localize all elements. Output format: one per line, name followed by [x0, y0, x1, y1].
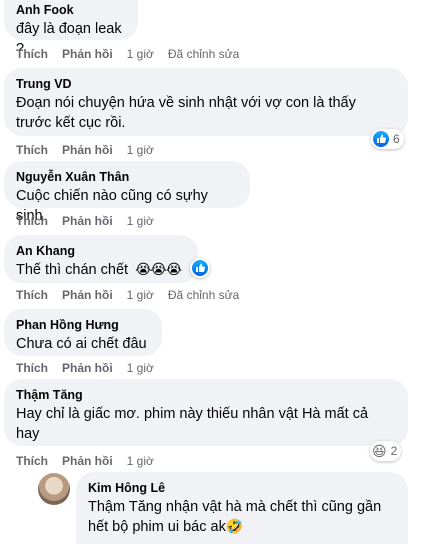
timestamp[interactable]: 1 giờ	[127, 287, 154, 303]
like-button[interactable]: Thích	[16, 46, 48, 62]
like-button[interactable]: Thích	[16, 213, 48, 229]
reply-bubble: Kim Hông Lê Thậm Tăng nhận vật hà mà chế…	[76, 472, 408, 544]
reply-button[interactable]: Phản hồi	[62, 287, 113, 303]
comment-text: Thế thì chán chết 😭😭😭	[16, 260, 186, 280]
comment-text: Hay chỉ là giấc mơ. phim này thiếu nhân …	[16, 406, 369, 442]
edited-label[interactable]: Đã chỉnh sửa	[168, 287, 239, 303]
laughing-emoji-icon: 🤣	[225, 518, 244, 534]
timestamp[interactable]: 1 giờ	[127, 453, 154, 469]
commenter-name[interactable]: An Khang	[16, 243, 186, 259]
haha-icon: 😆	[372, 443, 387, 459]
comment-bubble: Anh Fook đây là đoạn leak ?	[4, 0, 138, 57]
comment-text: Chưa có ai chết đâu	[16, 336, 147, 352]
like-button[interactable]: Thích	[16, 360, 48, 376]
comment-bubble: Trung VD Đoạn nói chuyện hứa về sinh nhậ…	[4, 68, 408, 136]
comment-text: Thậm Tăng nhận vật hà mà chết thì cũng g…	[88, 497, 388, 537]
reply-button[interactable]: Phản hồi	[62, 142, 113, 158]
edited-label[interactable]: Đã chỉnh sửa	[168, 46, 239, 62]
timestamp[interactable]: 1 giờ	[127, 213, 154, 229]
like-button[interactable]: Thích	[16, 142, 48, 158]
reaction-count: 6	[393, 132, 400, 146]
comment-actions: Thích Phản hồi 1 giờ	[16, 453, 168, 469]
comment-bubble: An Khang Thế thì chán chết 😭😭😭	[4, 235, 198, 283]
commenter-name[interactable]: Phan Hồng Hưng	[16, 317, 150, 333]
reply-button[interactable]: Phản hồi	[62, 453, 113, 469]
reaction-count: 2	[390, 444, 398, 458]
commenter-name[interactable]: Trung VD	[16, 76, 396, 92]
reaction-summary[interactable]	[190, 258, 210, 278]
commenter-name[interactable]: Kim Hông Lê	[88, 480, 396, 496]
commenter-name[interactable]: Thậm Tăng	[16, 387, 396, 403]
comment-text: Đoạn nói chuyện hứa về sinh nhật với vợ …	[16, 95, 356, 131]
comment-actions: Thích Phản hồi 1 giờ Đã chỉnh sửa	[16, 46, 253, 62]
timestamp[interactable]: 1 giờ	[127, 360, 154, 376]
timestamp[interactable]: 1 giờ	[127, 142, 154, 158]
reply-button[interactable]: Phản hồi	[62, 213, 113, 229]
comment-bubble: Phan Hồng Hưng Chưa có ai chết đâu	[4, 309, 162, 356]
reaction-summary[interactable]: 6	[371, 129, 404, 149]
comment-actions: Thích Phản hồi 1 giờ Đã chỉnh sửa	[16, 287, 253, 303]
reply-button[interactable]: Phản hồi	[62, 46, 113, 62]
like-button[interactable]: Thích	[16, 287, 48, 303]
timestamp[interactable]: 1 giờ	[127, 46, 154, 62]
reaction-summary[interactable]: 😆 2	[370, 441, 402, 461]
comment-actions: Thích Phản hồi 1 giờ	[16, 142, 168, 158]
reply-button[interactable]: Phản hồi	[62, 360, 113, 376]
like-icon	[192, 260, 208, 276]
comment-actions: Thích Phản hồi 1 giờ	[16, 360, 168, 376]
commenter-name[interactable]: Anh Fook	[16, 2, 126, 18]
like-button[interactable]: Thích	[16, 453, 48, 469]
comment-text-body: Thế thì chán chết	[16, 262, 129, 278]
comment-bubble: Nguyễn Xuân Thân Cuộc chiến nào cũng có …	[4, 161, 250, 224]
crying-emoji-icon: 😭😭😭	[135, 261, 182, 277]
comment-bubble: Thậm Tăng Hay chỉ là giấc mơ. phim này t…	[4, 379, 408, 446]
avatar[interactable]	[38, 473, 70, 505]
like-icon	[373, 131, 389, 147]
comment-actions: Thích Phản hồi 1 giờ	[16, 213, 168, 229]
commenter-name[interactable]: Nguyễn Xuân Thân	[16, 169, 238, 185]
